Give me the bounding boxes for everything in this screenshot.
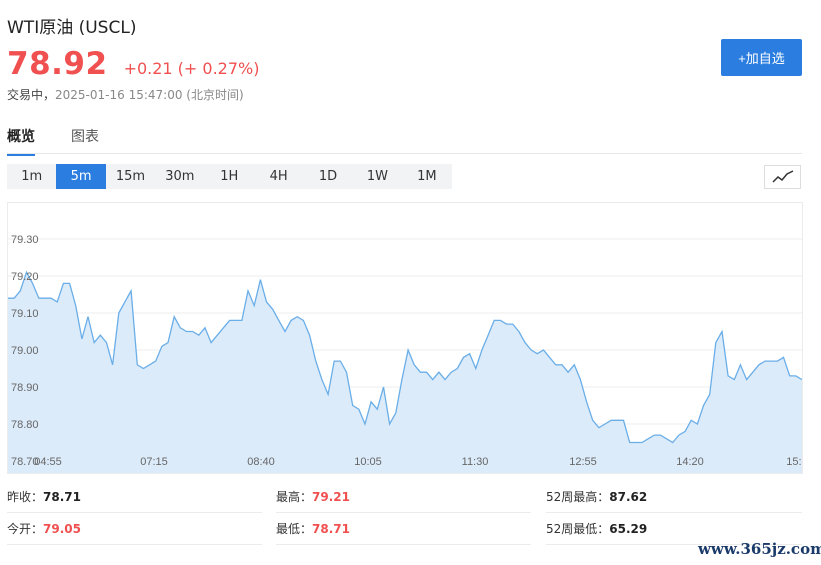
stat-open: 今开：79.05 [7, 522, 81, 536]
y-tick-label: 78.90 [11, 382, 39, 394]
y-tick-label: 79.20 [11, 271, 39, 283]
price-row: 78.92 +0.21 (+ 0.27%) [7, 46, 259, 82]
stat-52wk-high: 52周最高：87.62 [546, 490, 648, 504]
stat-low: 最低：78.71 [276, 522, 350, 536]
stat-divider [7, 512, 262, 513]
status-label: 交易中， [7, 88, 56, 102]
period-1mo[interactable]: 1M [402, 164, 451, 189]
y-tick-label: 79.00 [11, 345, 39, 357]
chart-type-button[interactable] [764, 165, 801, 189]
view-tabs: 概览 图表 [7, 126, 135, 156]
tabs-divider [7, 153, 802, 154]
instrument-title: WTI原油 (USCL) [7, 18, 137, 38]
x-tick-label: 14:20 [676, 456, 704, 468]
period-1d[interactable]: 1D [303, 164, 352, 189]
x-tick-label: 04:55 [34, 456, 62, 468]
period-4h[interactable]: 4H [254, 164, 303, 189]
period-5m[interactable]: 5m [56, 164, 106, 189]
watermark-text: www.365jz.com [698, 540, 821, 558]
price-change: +0.21 (+ 0.27%) [123, 59, 260, 78]
period-1w[interactable]: 1W [353, 164, 402, 189]
price-area [8, 272, 802, 473]
stat-52wk-low: 52周最低：65.29 [546, 522, 648, 536]
tab-overview[interactable]: 概览 [7, 126, 35, 156]
line-chart-icon [771, 170, 793, 183]
stat-divider [546, 512, 802, 513]
x-tick-label: 07:15 [140, 456, 168, 468]
stat-divider [276, 544, 531, 545]
last-price: 78.92 [7, 46, 108, 82]
x-tick-label: 11:30 [462, 456, 489, 468]
x-tick-label: 12:55 [569, 456, 597, 468]
stat-high: 最高：79.21 [276, 490, 350, 504]
trading-status: 交易中，2025-01-16 15:47:00 (北京时间) [7, 86, 244, 103]
stat-divider [7, 544, 262, 545]
period-1h[interactable]: 1H [205, 164, 254, 189]
stat-prev-close: 昨收：78.71 [7, 490, 81, 504]
period-1m[interactable]: 1m [7, 164, 56, 189]
period-30m[interactable]: 30m [155, 164, 204, 189]
y-tick-label: 79.10 [11, 308, 39, 320]
period-15m[interactable]: 15m [106, 164, 155, 189]
add-to-watchlist-button[interactable]: +加自选 [721, 39, 802, 76]
x-tick-label: 08:40 [247, 456, 275, 468]
stat-divider [276, 512, 531, 513]
y-tick-label: 78.80 [11, 419, 39, 431]
price-chart-svg: 79.3079.2079.1079.0078.9078.8078.7004:55… [8, 234, 802, 473]
tab-chart[interactable]: 图表 [71, 126, 99, 156]
x-tick-label: 15:4 [786, 456, 802, 468]
x-tick-label: 10:05 [354, 456, 382, 468]
period-selector: 1m 5m 15m 30m 1H 4H 1D 1W 1M [7, 164, 452, 189]
status-timestamp: 2025-01-16 15:47:00 (北京时间) [55, 88, 244, 102]
y-tick-label: 79.30 [11, 234, 39, 246]
price-chart[interactable]: 79.30 79.20 79.10 79.00 78.90 78.80 78.70 04:55… [7, 202, 803, 474]
